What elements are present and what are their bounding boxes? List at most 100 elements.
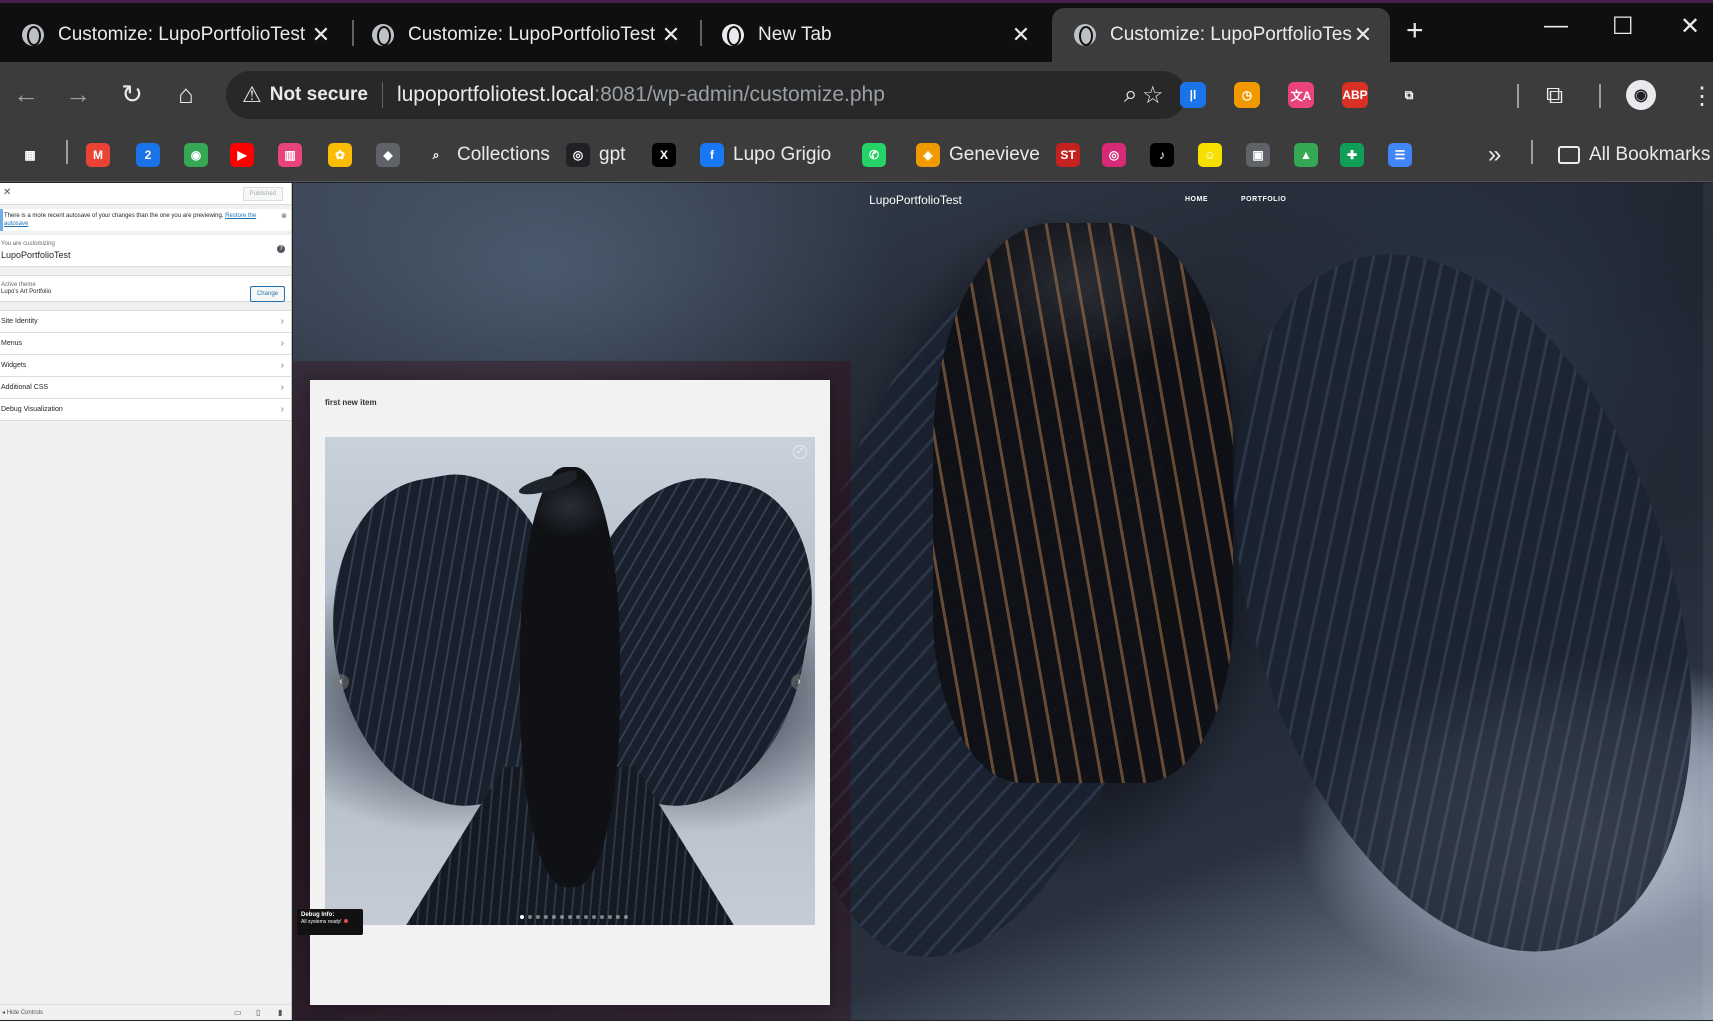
nav-home[interactable]: HOME xyxy=(1185,196,1208,203)
window-close-button[interactable]: ✕ xyxy=(1680,12,1700,41)
slider-dot[interactable] xyxy=(576,915,580,919)
reload-icon: ↻ xyxy=(121,78,143,109)
close-tab-icon[interactable]: ✕ xyxy=(660,22,682,48)
bookmark-drive[interactable]: ▲ xyxy=(1294,142,1327,168)
close-tab-icon[interactable]: ✕ xyxy=(1010,22,1032,48)
reading-mode-icon[interactable]: ⧉ xyxy=(1546,82,1563,110)
section-debug-visualization[interactable]: Debug Visualization › xyxy=(0,399,291,421)
bookmark-app[interactable]: ▥ xyxy=(278,142,311,168)
home-button[interactable]: ⌂ xyxy=(166,74,206,114)
address-bar[interactable]: ⚠ Not secure lupoportfoliotest.local:808… xyxy=(226,71,1186,119)
portfolio-slider[interactable]: ⤢ ‹ › xyxy=(325,437,815,925)
bookmark-apps-grid[interactable]: ▦ xyxy=(18,142,51,168)
close-tab-icon[interactable]: ✕ xyxy=(310,22,332,48)
extension-translate-icon[interactable]: 文A xyxy=(1288,82,1314,108)
browser-tab-1[interactable]: Customize: LupoPortfolioTest ✕ xyxy=(0,8,348,62)
change-theme-button[interactable]: Change xyxy=(249,286,285,302)
browser-tab-2[interactable]: Customize: LupoPortfolioTest ✕ xyxy=(350,8,698,62)
bookmark-youtube[interactable]: ▶ xyxy=(230,142,263,168)
bookmark-x[interactable]: X xyxy=(652,142,685,168)
bookmarks-divider xyxy=(1531,140,1533,164)
site-preview[interactable]: LupoPortfolioTest HOME PORTFOLIO first n… xyxy=(293,183,1713,1020)
bookmark-docs[interactable]: ☰ xyxy=(1388,142,1421,168)
customizing-label: You are customizing xyxy=(1,241,55,247)
hide-controls-button[interactable]: ◂ Hide Controls xyxy=(2,1010,43,1016)
profile-avatar[interactable]: ◉ xyxy=(1626,80,1656,110)
section-additional-css[interactable]: Additional CSS › xyxy=(0,377,291,399)
tiktok-icon: ♪ xyxy=(1150,143,1174,167)
dismiss-notice-icon[interactable]: ⊗ xyxy=(281,213,287,221)
slider-dot[interactable] xyxy=(616,915,620,919)
section-menus[interactable]: Menus › xyxy=(0,333,291,355)
section-widgets[interactable]: Widgets › xyxy=(0,355,291,377)
slider-dot[interactable] xyxy=(600,915,604,919)
slider-dot[interactable] xyxy=(568,915,572,919)
bookmark-bird[interactable]: ◆ xyxy=(376,142,409,168)
browser-tab-3[interactable]: New Tab ✕ xyxy=(700,8,1048,62)
debug-title: Debug Info: xyxy=(301,912,335,918)
bookmark-layers[interactable]: ◈ Genevieve xyxy=(916,142,1040,168)
bookmark-gmail[interactable]: M xyxy=(86,142,119,168)
debug-info-box: Debug Info: All systems ready! xyxy=(297,909,363,935)
slider-dot[interactable] xyxy=(608,915,612,919)
extension-puzzle-icon[interactable]: ⧉ xyxy=(1396,82,1422,108)
slider-dot[interactable] xyxy=(584,915,588,919)
new-tab-button[interactable]: + xyxy=(1406,14,1424,48)
extension-bar-icon[interactable]: |l xyxy=(1180,82,1206,108)
bookmark-whatsapp[interactable]: ✆ xyxy=(862,142,895,168)
slider-prev-button[interactable]: ‹ xyxy=(333,674,349,690)
tablet-preview-icon[interactable]: ▯ xyxy=(256,1005,260,1021)
bookmark-instagram[interactable]: ◎ xyxy=(1102,142,1135,168)
minimize-button[interactable]: — xyxy=(1544,12,1568,40)
extension-adblock-icon[interactable]: ABP xyxy=(1342,82,1368,108)
fullscreen-icon[interactable]: ⤢ xyxy=(793,445,807,459)
hide-controls-label: Hide Controls xyxy=(6,1010,44,1016)
slider-dot[interactable] xyxy=(520,915,524,919)
bookmark-maps[interactable]: ◉ xyxy=(184,142,217,168)
browser-tab-4-active[interactable]: Customize: LupoPortfolioTest ✕ xyxy=(1052,8,1390,62)
slider-dot[interactable] xyxy=(552,915,556,919)
slider-dot[interactable] xyxy=(560,915,564,919)
bookmark-facebook[interactable]: f Lupo Grigio xyxy=(700,142,831,168)
slider-next-button[interactable]: › xyxy=(791,674,807,690)
slider-dot[interactable] xyxy=(544,915,548,919)
bookmark-tiktok[interactable]: ♪ xyxy=(1150,142,1183,168)
section-site-identity[interactable]: Site Identity › xyxy=(0,311,291,333)
bookmark-st[interactable]: ST xyxy=(1056,142,1089,168)
back-button[interactable]: ← xyxy=(6,74,46,114)
slider-dot[interactable] xyxy=(528,915,532,919)
maximize-button[interactable]: ☐ xyxy=(1612,12,1634,41)
bookmark-star-icon[interactable]: ☆ xyxy=(1142,81,1164,110)
published-button[interactable]: Published xyxy=(242,187,283,201)
section-label: Debug Visualization xyxy=(1,406,63,413)
bookmark-snapchat[interactable]: ☺ xyxy=(1198,142,1231,168)
help-icon[interactable]: ? xyxy=(277,245,285,253)
photos-icon: ✿ xyxy=(328,143,352,167)
extension-clock-icon[interactable]: ◷ xyxy=(1234,82,1260,108)
hero-figure xyxy=(933,223,1233,783)
bookmarks-overflow-button[interactable]: » xyxy=(1488,141,1501,168)
forward-button[interactable]: → xyxy=(58,74,98,114)
all-bookmarks-label: All Bookmarks xyxy=(1589,144,1711,165)
bookmark-sheets[interactable]: ✚ xyxy=(1340,142,1373,168)
bookmark-film[interactable]: ▣ xyxy=(1246,142,1279,168)
slider-dot[interactable] xyxy=(592,915,596,919)
close-customizer-icon[interactable]: ✕ xyxy=(3,187,11,198)
site-title[interactable]: LupoPortfolioTest xyxy=(698,193,1133,207)
desktop-preview-icon[interactable]: ▭ xyxy=(234,1005,242,1021)
slider-dot[interactable] xyxy=(536,915,540,919)
all-bookmarks-button[interactable]: All Bookmarks xyxy=(1558,142,1710,168)
security-label[interactable]: Not secure xyxy=(270,84,368,106)
bookmark-openai[interactable]: ◎ gpt xyxy=(566,142,625,168)
close-tab-icon[interactable]: ✕ xyxy=(1352,22,1374,48)
preview-scrollbar[interactable] xyxy=(1703,183,1713,1020)
bookmark-photos[interactable]: ✿ xyxy=(328,142,361,168)
slider-dot[interactable] xyxy=(624,915,628,919)
browser-menu-icon[interactable]: ⋮ xyxy=(1690,82,1713,111)
mobile-preview-icon[interactable]: ▮ xyxy=(278,1005,282,1021)
bookmark-search[interactable]: ⌕ Collections xyxy=(424,142,550,168)
reload-button[interactable]: ↻ xyxy=(112,74,152,114)
bookmark-calendar[interactable]: 2 xyxy=(136,142,169,168)
zoom-icon[interactable]: ⌕ xyxy=(1124,81,1137,109)
nav-portfolio[interactable]: PORTFOLIO xyxy=(1241,196,1286,203)
